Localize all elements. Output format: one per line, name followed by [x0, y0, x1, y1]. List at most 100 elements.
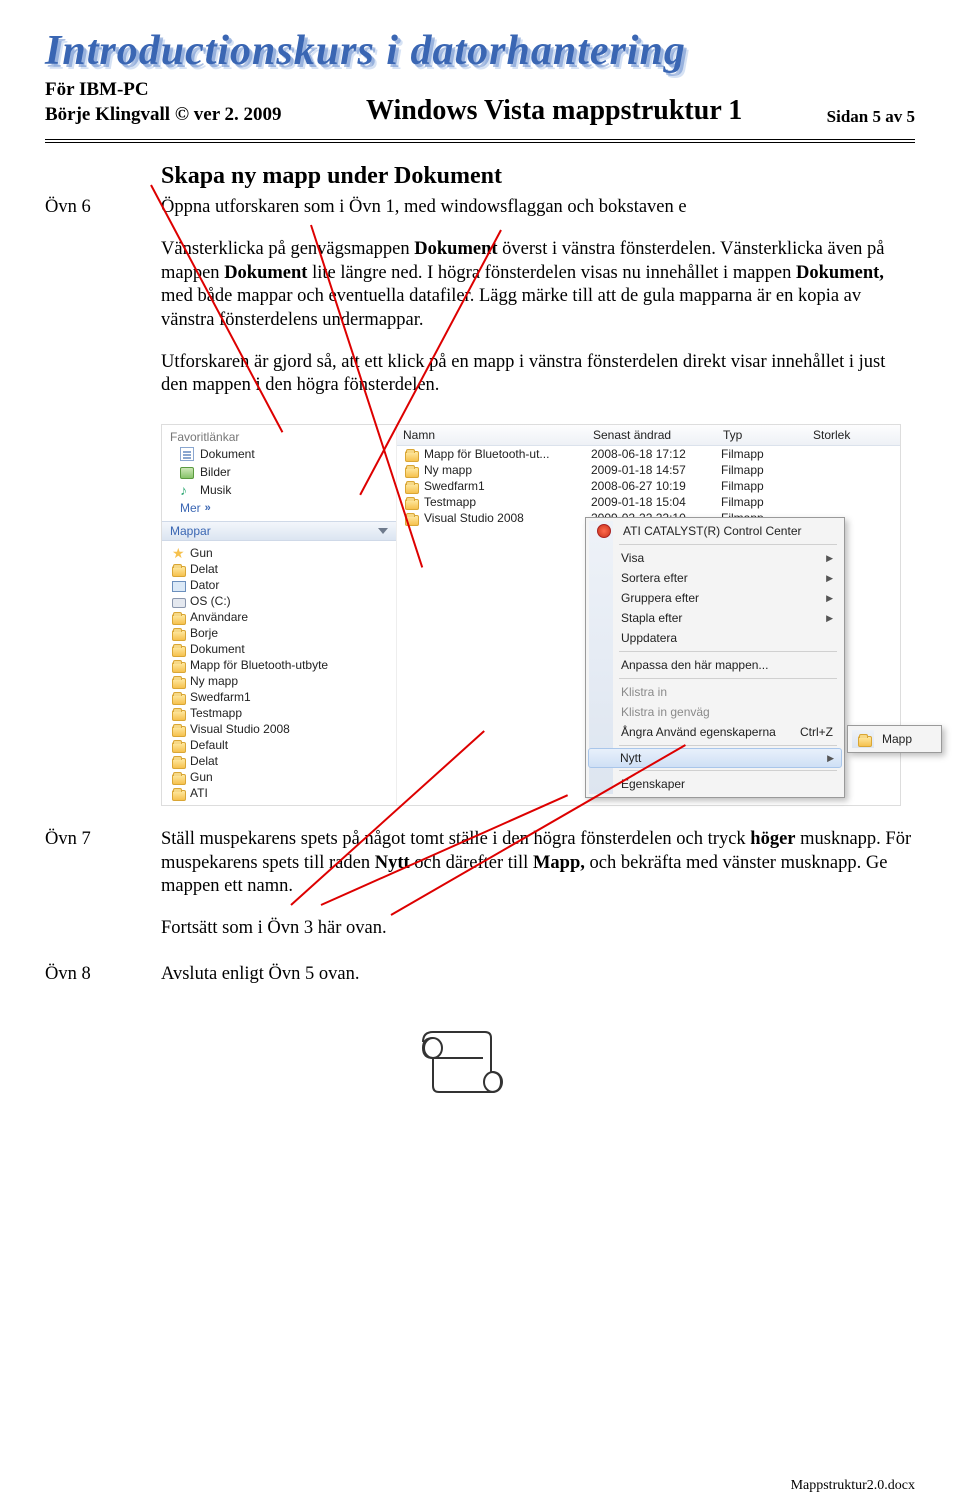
- tree-item[interactable]: ★Gun: [172, 545, 396, 561]
- folder-tree: ★GunDelatDatorOS (C:)AnvändareBorjeDokum…: [162, 545, 396, 801]
- drive-icon: [172, 598, 186, 608]
- file-list: Mapp för Bluetooth-ut...2008-06-18 17:12…: [397, 446, 900, 526]
- column-headers[interactable]: Namn Senast ändrad Typ Storlek: [397, 425, 900, 446]
- comp-icon: [172, 581, 186, 592]
- tree-item[interactable]: OS (C:): [172, 593, 396, 609]
- tree-item[interactable]: ATI: [172, 785, 396, 801]
- ovn7-p2: Fortsätt som i Övn 3 här ovan.: [161, 917, 915, 941]
- folder-icon: [172, 774, 186, 785]
- file-row[interactable]: Ny mapp2009-01-18 14:57Filmapp: [397, 462, 900, 478]
- submenu-mapp[interactable]: Mapp: [852, 730, 937, 748]
- ovn6-p3: Utforskaren är gjord så, att ett klick p…: [161, 351, 915, 398]
- tree-item[interactable]: Mapp för Bluetooth-utbyte: [172, 657, 396, 673]
- scroll-icon: [415, 1026, 511, 1098]
- ctx-anpassa[interactable]: Anpassa den här mappen...: [589, 655, 841, 675]
- ovn6-body: Öppna utforskaren som i Övn 1, med windo…: [161, 196, 915, 416]
- chevron-right-icon: »: [205, 502, 211, 514]
- explorer-sidebar: Favoritlänkar Dokument Bilder Musik Mer …: [162, 425, 397, 805]
- chevron-right-icon: ▶: [826, 553, 833, 564]
- tree-item[interactable]: Swedfarm1: [172, 689, 396, 705]
- context-submenu: Mapp: [847, 725, 942, 753]
- folder-icon: [405, 467, 419, 478]
- tree-item[interactable]: Visual Studio 2008: [172, 721, 396, 737]
- chevron-right-icon: ▶: [826, 573, 833, 584]
- tree-item[interactable]: Dokument: [172, 641, 396, 657]
- chevron-right-icon: ▶: [826, 593, 833, 604]
- picture-icon: [180, 467, 194, 479]
- chevron-right-icon: ▶: [827, 753, 834, 764]
- ctx-item[interactable]: Stapla efter▶: [589, 608, 841, 628]
- footer-filename: Mappstruktur2.0.docx: [791, 1478, 915, 1494]
- folder-icon: [172, 710, 186, 721]
- ctx-klistra-genvag: Klistra in genväg: [589, 702, 841, 722]
- context-menu: ATI CATALYST(R) Control Center Visa▶Sort…: [585, 517, 845, 798]
- folder-icon: [172, 646, 186, 657]
- fav-musik[interactable]: Musik: [162, 481, 396, 499]
- ovn7-label: Övn 7: [45, 828, 161, 959]
- fav-dokument[interactable]: Dokument: [162, 445, 396, 463]
- mappar-header[interactable]: Mappar: [162, 521, 396, 541]
- folder-icon: [405, 483, 419, 494]
- ovn7-p1: Ställ muspekarens spets på något tomt st…: [161, 828, 915, 899]
- file-row[interactable]: Swedfarm12008-06-27 10:19Filmapp: [397, 478, 900, 494]
- ctx-undo[interactable]: Ångra Använd egenskapernaCtrl+Z: [589, 722, 841, 742]
- ovn6-p2: Vänsterklicka på genvägsmappen Dokument …: [161, 238, 915, 333]
- chevron-right-icon: ▶: [826, 613, 833, 624]
- col-name[interactable]: Namn: [397, 428, 587, 442]
- header-rule: [45, 139, 915, 143]
- ovn8-label: Övn 8: [45, 963, 161, 1005]
- file-row[interactable]: Mapp för Bluetooth-ut...2008-06-18 17:12…: [397, 446, 900, 462]
- folder-icon: [858, 736, 872, 747]
- folder-icon: [405, 499, 419, 510]
- folder-icon: [172, 726, 186, 737]
- tree-item[interactable]: Dator: [172, 577, 396, 593]
- ctx-egenskaper[interactable]: Egenskaper: [589, 774, 841, 794]
- tree-item[interactable]: Default: [172, 737, 396, 753]
- music-icon: [180, 483, 194, 497]
- star-icon: ★: [172, 546, 186, 560]
- ctx-item[interactable]: Visa▶: [589, 548, 841, 568]
- page-title-art: Introductionskurs i datorhantering: [45, 30, 915, 72]
- hdr-left-top: För IBM-PC: [45, 78, 282, 103]
- folder-icon: [172, 678, 186, 689]
- folder-icon: [172, 742, 186, 753]
- col-type[interactable]: Typ: [717, 428, 807, 442]
- explorer-screenshot: Favoritlänkar Dokument Bilder Musik Mer …: [161, 424, 901, 806]
- tree-item[interactable]: Ny mapp: [172, 673, 396, 689]
- ctx-nytt[interactable]: Nytt▶: [588, 748, 842, 768]
- doc-header: För IBM-PC Börje Klingvall © ver 2. 2009…: [45, 78, 915, 127]
- ati-icon: [597, 524, 611, 538]
- hdr-right: Sidan 5 av 5: [827, 107, 915, 127]
- tree-item[interactable]: Delat: [172, 753, 396, 769]
- ctx-klistra: Klistra in: [589, 682, 841, 702]
- ctx-ati[interactable]: ATI CATALYST(R) Control Center: [589, 521, 841, 541]
- folder-icon: [172, 662, 186, 673]
- folder-icon: [172, 790, 186, 801]
- fav-bilder[interactable]: Bilder: [162, 463, 396, 481]
- ctx-item[interactable]: Uppdatera: [589, 628, 841, 648]
- folder-icon: [405, 451, 419, 462]
- ovn7-body: Ställ muspekarens spets på något tomt st…: [161, 828, 915, 959]
- chevron-up-icon: [378, 528, 388, 534]
- col-date[interactable]: Senast ändrad: [587, 428, 717, 442]
- folder-icon: [172, 630, 186, 641]
- ovn6-p1: Öppna utforskaren som i Övn 1, med windo…: [161, 196, 915, 220]
- file-row[interactable]: Testmapp2009-01-18 15:04Filmapp: [397, 494, 900, 510]
- ovn6-label: Övn 6: [45, 196, 161, 416]
- folder-icon: [172, 694, 186, 705]
- folder-icon: [172, 614, 186, 625]
- ctx-item[interactable]: Sortera efter▶: [589, 568, 841, 588]
- tree-item[interactable]: Borje: [172, 625, 396, 641]
- tree-item[interactable]: Delat: [172, 561, 396, 577]
- tree-item[interactable]: Användare: [172, 609, 396, 625]
- document-icon: [180, 447, 194, 461]
- folder-icon: [172, 566, 186, 577]
- ctx-item[interactable]: Gruppera efter▶: [589, 588, 841, 608]
- explorer-content: Namn Senast ändrad Typ Storlek Mapp för …: [397, 425, 900, 805]
- favorites-header: Favoritlänkar: [162, 427, 396, 445]
- col-size[interactable]: Storlek: [807, 428, 900, 442]
- fav-more[interactable]: Mer »: [162, 499, 396, 517]
- tree-item[interactable]: Testmapp: [172, 705, 396, 721]
- ovn8-p1: Avsluta enligt Övn 5 ovan.: [161, 963, 915, 987]
- tree-item[interactable]: Gun: [172, 769, 396, 785]
